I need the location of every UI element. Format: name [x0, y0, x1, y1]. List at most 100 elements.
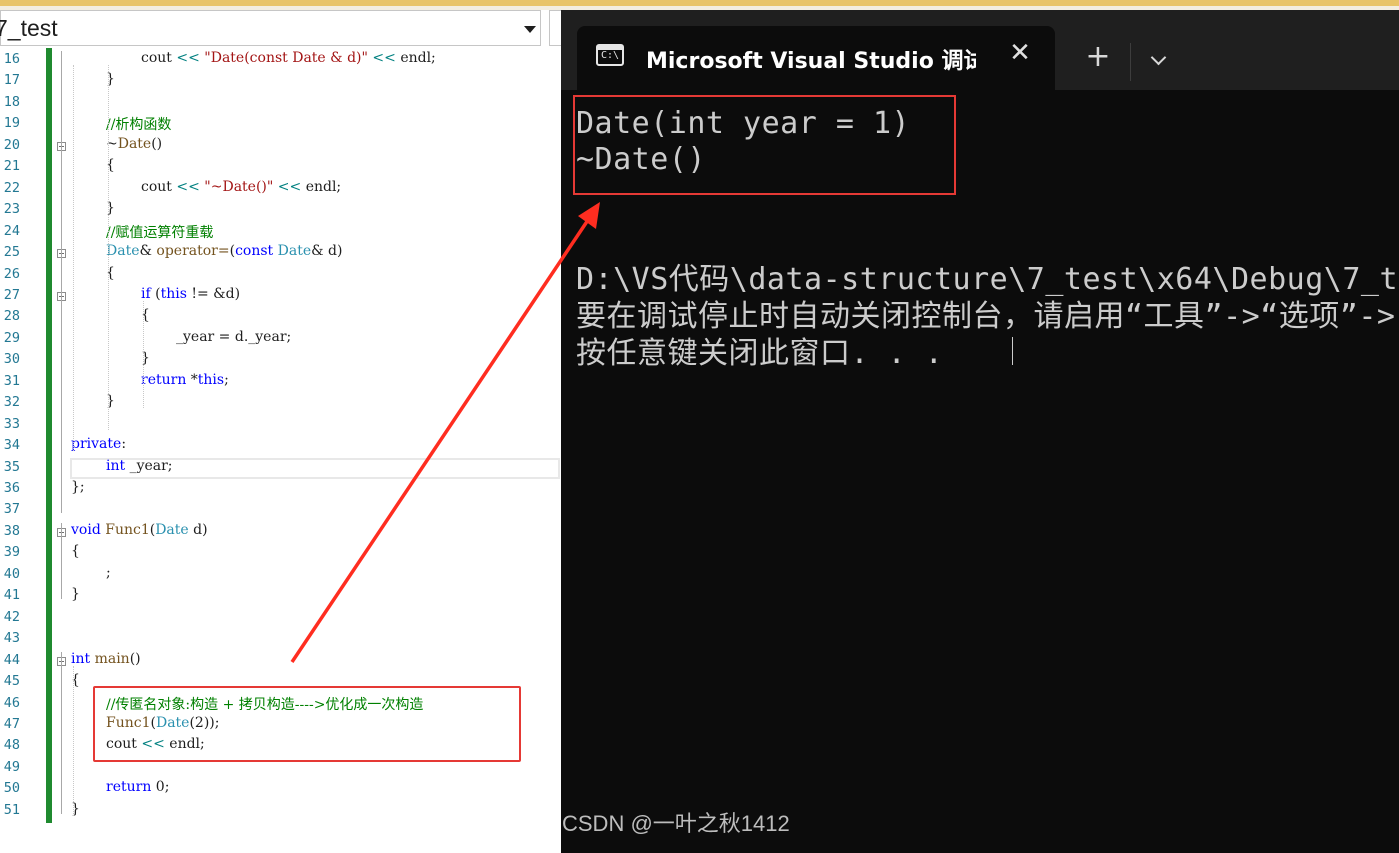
line-number: 46 — [3, 694, 20, 711]
code-token: //析构函数 — [106, 117, 172, 134]
code-line: _year = d._year; — [176, 329, 291, 345]
line-number: 29 — [3, 329, 20, 346]
code-line: cout << "~Date()" << endl; — [141, 179, 341, 195]
fold-guide — [61, 522, 62, 600]
code-line: ~Date() — [106, 136, 162, 152]
code-line: int _year; — [106, 458, 173, 474]
line-number: 49 — [3, 758, 20, 775]
code-line: private: — [71, 436, 126, 452]
tab-dropdown-button[interactable] — [1145, 40, 1175, 74]
code-token: int — [106, 457, 130, 474]
annotation-box-code — [93, 686, 521, 762]
code-token: != &d) — [191, 285, 241, 302]
code-line: if (this != &d) — [141, 286, 240, 302]
code-token: return — [141, 371, 191, 388]
code-token: & — [139, 243, 157, 260]
text-cursor — [1012, 337, 1013, 365]
code-token: ; — [106, 564, 111, 581]
code-token: }; — [71, 479, 85, 495]
code-token: 0; — [155, 779, 170, 796]
line-number: 48 — [3, 737, 20, 754]
close-tab-button[interactable]: ✕ — [1005, 38, 1035, 68]
line-number: 39 — [3, 544, 20, 561]
line-number: 32 — [3, 394, 20, 411]
code-token: operator= — [156, 243, 230, 260]
line-number: 16 — [3, 51, 20, 67]
fold-guide — [61, 51, 62, 514]
change-margin — [46, 48, 52, 823]
code-token: } — [71, 586, 80, 603]
code-token: _year = d._year; — [176, 328, 292, 345]
annotation-box-output — [573, 95, 956, 195]
code-line: ; — [106, 565, 111, 581]
code-token: () — [129, 650, 141, 667]
code-token: _year; — [129, 457, 173, 474]
line-number: 20 — [3, 136, 20, 153]
terminal-titlebar: C:\ Microsoft Visual Studio 调试控制台 ✕ + — [561, 10, 1399, 90]
fold-guide — [61, 651, 62, 814]
code-token: Func1 — [105, 521, 150, 538]
line-number: 21 — [3, 158, 20, 175]
code-token: const — [235, 243, 278, 260]
code-token: if — [141, 285, 156, 302]
watermark: CSDN @一叶之秋1412 — [562, 811, 790, 836]
chevron-down-icon — [524, 26, 536, 33]
code-token: << — [372, 50, 401, 66]
line-number: 28 — [3, 308, 20, 325]
code-line: } — [71, 586, 80, 602]
code-token: "Date(const Date & d)" — [204, 50, 373, 66]
code-token: * — [190, 371, 198, 388]
code-token: main — [94, 650, 130, 667]
code-token: << — [176, 50, 205, 66]
code-line: //析构函数 — [106, 114, 171, 134]
code-line: Date& operator=(const Date& d) — [106, 243, 342, 259]
indent-guide — [73, 665, 74, 816]
line-number: 45 — [3, 673, 20, 690]
code-token: Date — [155, 521, 194, 538]
code-editor[interactable]: 16 cout << "Date(const Date & d)" << endl… — [0, 48, 560, 853]
code-line: return 0; — [106, 779, 169, 795]
line-number: 41 — [3, 587, 20, 604]
line-number: 34 — [3, 437, 20, 454]
code-line: }; — [71, 479, 85, 495]
code-token: int — [71, 650, 95, 667]
debug-console-window: C:\ Microsoft Visual Studio 调试控制台 ✕ + Da… — [561, 10, 1399, 853]
terminal-tab[interactable]: C:\ Microsoft Visual Studio 调试控制台 ✕ — [577, 26, 1055, 90]
code-token: : — [121, 436, 127, 453]
project-dropdown-label: 7_test — [0, 15, 58, 41]
code-token: d) — [193, 521, 208, 538]
line-number: 33 — [3, 415, 20, 432]
code-token: private — [71, 436, 122, 453]
indent-guide — [143, 300, 144, 409]
line-number: 43 — [3, 630, 20, 647]
code-token: { — [71, 543, 80, 560]
code-token: void — [71, 521, 106, 538]
code-token: "~Date()" — [204, 178, 278, 195]
line-number: 37 — [3, 501, 20, 518]
code-token: //赋值运算符重载 — [106, 224, 214, 241]
code-token: return — [106, 779, 156, 796]
line-number: 36 — [3, 480, 20, 496]
code-token: cout — [141, 50, 177, 66]
code-token: Date — [117, 135, 152, 152]
line-number: 22 — [3, 179, 20, 196]
code-token: this — [160, 285, 192, 302]
code-line: int main() — [71, 651, 141, 667]
tab-title: Microsoft Visual Studio 调试控制台 — [646, 49, 976, 74]
line-number: 30 — [3, 351, 20, 368]
line-number: 51 — [3, 801, 20, 818]
line-number: 40 — [3, 565, 20, 582]
line-number: 27 — [3, 286, 20, 303]
new-tab-button[interactable]: + — [1081, 40, 1115, 74]
line-number: 31 — [3, 372, 20, 389]
code-token: << — [176, 178, 205, 195]
code-line: void Func1(Date d) — [71, 522, 208, 538]
code-line: { — [71, 543, 80, 559]
code-token: & d) — [311, 243, 343, 260]
code-token: this — [197, 371, 225, 388]
line-number: 35 — [3, 458, 20, 475]
code-token: cout — [141, 178, 177, 195]
line-number: 42 — [3, 608, 20, 625]
project-dropdown[interactable]: 7_test — [0, 10, 541, 46]
line-number: 17 — [3, 72, 20, 89]
